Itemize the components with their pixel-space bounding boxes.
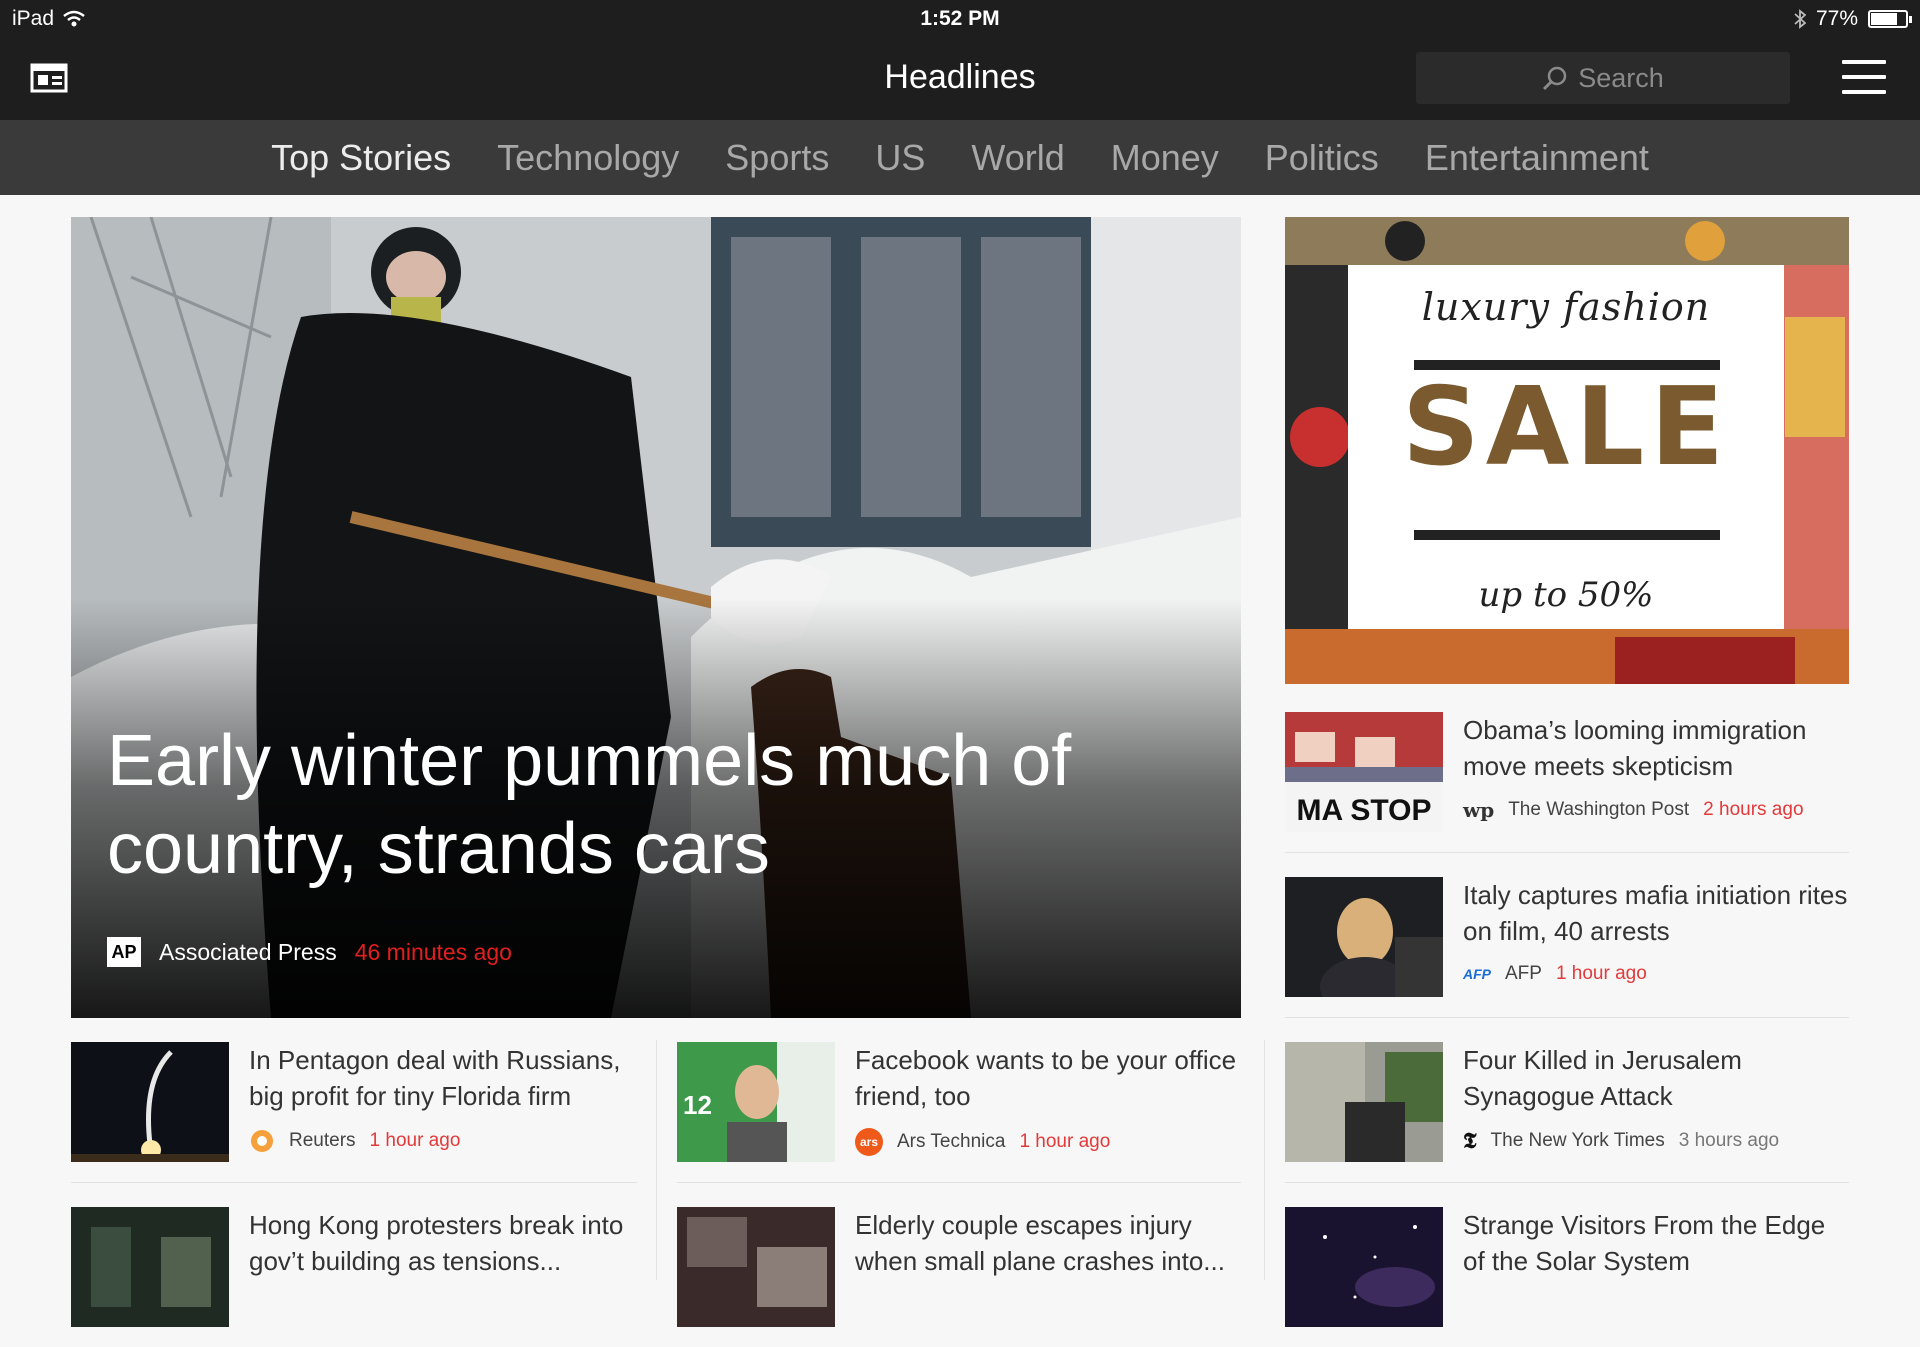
story-thumbnail: 12 xyxy=(677,1042,835,1162)
story-headline[interactable]: Hong Kong protesters break into gov’t bu… xyxy=(249,1207,637,1279)
story-card[interactable]: Strange Visitors From the Edge of the So… xyxy=(1285,1207,1849,1347)
story-card[interactable]: In Pentagon deal with Russians, big prof… xyxy=(71,1042,637,1182)
story-headline[interactable]: Facebook wants to be your office friend,… xyxy=(855,1042,1241,1114)
story-card[interactable]: Hong Kong protesters break into gov’t bu… xyxy=(71,1207,637,1347)
story-headline[interactable]: Italy captures mafia initiation rites on… xyxy=(1463,877,1849,949)
story-headline[interactable]: Strange Visitors From the Edge of the So… xyxy=(1463,1207,1849,1279)
story-card[interactable]: Italy captures mafia initiation rites on… xyxy=(1285,877,1849,1017)
story-source: Reuters xyxy=(289,1130,356,1151)
divider xyxy=(1285,1182,1849,1183)
tab-us[interactable]: US xyxy=(875,137,925,179)
story-meta: 𝕿 The New York Times 3 hours ago xyxy=(1463,1128,1779,1154)
divider xyxy=(1285,852,1849,853)
hero-source: Associated Press xyxy=(159,938,337,965)
thumb-sign-text: MA STOP xyxy=(1296,794,1431,827)
divider xyxy=(71,1182,637,1183)
story-headline[interactable]: In Pentagon deal with Russians, big prof… xyxy=(249,1042,637,1114)
story-meta: Reuters 1 hour ago xyxy=(249,1128,460,1154)
tab-money[interactable]: Money xyxy=(1111,137,1219,179)
tab-politics[interactable]: Politics xyxy=(1265,137,1379,179)
story-card[interactable]: Elderly couple escapes injury when small… xyxy=(677,1207,1241,1347)
tab-sports[interactable]: Sports xyxy=(725,137,829,179)
story-time: 1 hour ago xyxy=(369,1130,461,1151)
bluetooth-icon xyxy=(1794,9,1806,29)
story-time: 3 hours ago xyxy=(1678,1130,1780,1151)
status-bar: iPad 1:52 PM 77% xyxy=(0,0,1920,38)
hero-time: 46 minutes ago xyxy=(354,938,512,965)
app-header: Headlines Search xyxy=(0,38,1920,120)
story-thumbnail xyxy=(1285,877,1443,997)
tab-world[interactable]: World xyxy=(971,137,1064,179)
ad-line3: up to 50% xyxy=(1478,575,1654,615)
story-thumbnail xyxy=(677,1207,835,1327)
story-thumbnail xyxy=(1285,1207,1443,1327)
story-thumbnail xyxy=(1285,1042,1443,1162)
story-source: The New York Times xyxy=(1490,1130,1665,1151)
afp-logo-icon: AFP xyxy=(1463,966,1491,982)
category-tabs: Top Stories Technology Sports US World M… xyxy=(0,120,1920,195)
washington-post-logo-icon: wp xyxy=(1463,798,1495,822)
reuters-logo-icon xyxy=(251,1130,273,1152)
status-right: 77% xyxy=(1794,7,1912,31)
thumb-stage-text: 12 xyxy=(683,1090,712,1120)
story-time: 1 hour ago xyxy=(1555,963,1647,984)
story-headline[interactable]: Obama’s looming immigration move meets s… xyxy=(1463,712,1849,784)
hero-story[interactable]: Early winter pummels much of country, st… xyxy=(71,217,1241,1018)
search-input[interactable]: Search xyxy=(1416,52,1790,104)
battery-icon xyxy=(1868,10,1912,28)
story-meta: ars Ars Technica 1 hour ago xyxy=(855,1128,1110,1156)
ad-panel: luxury fashion SALE up to 50% xyxy=(1348,265,1784,629)
nyt-logo-icon: 𝕿 xyxy=(1463,1128,1477,1154)
divider xyxy=(677,1182,1241,1183)
hamburger-menu-icon[interactable] xyxy=(1842,60,1886,98)
tab-top-stories[interactable]: Top Stories xyxy=(271,137,451,179)
divider xyxy=(1285,1017,1849,1018)
clock: 1:52 PM xyxy=(920,7,1000,30)
battery-fill xyxy=(1871,13,1897,25)
story-meta: AFP AFP 1 hour ago xyxy=(1463,963,1647,985)
ad-line1: luxury fashion xyxy=(1421,285,1711,329)
story-source: The Washington Post xyxy=(1508,799,1690,820)
ad-sale: SALE xyxy=(1402,365,1730,490)
ap-logo-icon: AP xyxy=(107,937,141,967)
story-meta: wp The Washington Post 2 hours ago xyxy=(1463,798,1804,822)
story-source: Ars Technica xyxy=(897,1131,1006,1152)
battery-percent: 77% xyxy=(1815,7,1858,30)
story-time: 2 hours ago xyxy=(1703,799,1804,820)
advertisement[interactable]: luxury fashion SALE up to 50% xyxy=(1285,217,1849,684)
story-headline[interactable]: Elderly couple escapes injury when small… xyxy=(855,1207,1241,1279)
story-card[interactable]: Four Killed in Jerusalem Synagogue Attac… xyxy=(1285,1042,1849,1182)
story-thumbnail: MA STOP xyxy=(1285,712,1443,832)
hero-headline[interactable]: Early winter pummels much of country, st… xyxy=(107,717,1207,893)
story-headline[interactable]: Four Killed in Jerusalem Synagogue Attac… xyxy=(1463,1042,1849,1114)
story-card[interactable]: 12 Facebook wants to be your office frie… xyxy=(677,1042,1241,1182)
search-placeholder: Search xyxy=(1578,62,1664,93)
tab-entertainment[interactable]: Entertainment xyxy=(1425,137,1649,179)
column-divider xyxy=(1264,1040,1265,1280)
ars-technica-logo-icon: ars xyxy=(855,1128,883,1156)
tab-technology[interactable]: Technology xyxy=(497,137,679,179)
hero-meta: AP Associated Press 46 minutes ago xyxy=(107,937,512,967)
story-time: 1 hour ago xyxy=(1019,1131,1111,1152)
ad-bar-bottom xyxy=(1414,530,1720,540)
story-thumbnail xyxy=(71,1207,229,1327)
search-icon xyxy=(1543,66,1567,91)
story-card[interactable]: MA STOP Obama’s looming immigration move… xyxy=(1285,712,1849,852)
story-source: AFP xyxy=(1505,963,1542,984)
column-divider xyxy=(656,1040,657,1280)
story-thumbnail xyxy=(71,1042,229,1162)
